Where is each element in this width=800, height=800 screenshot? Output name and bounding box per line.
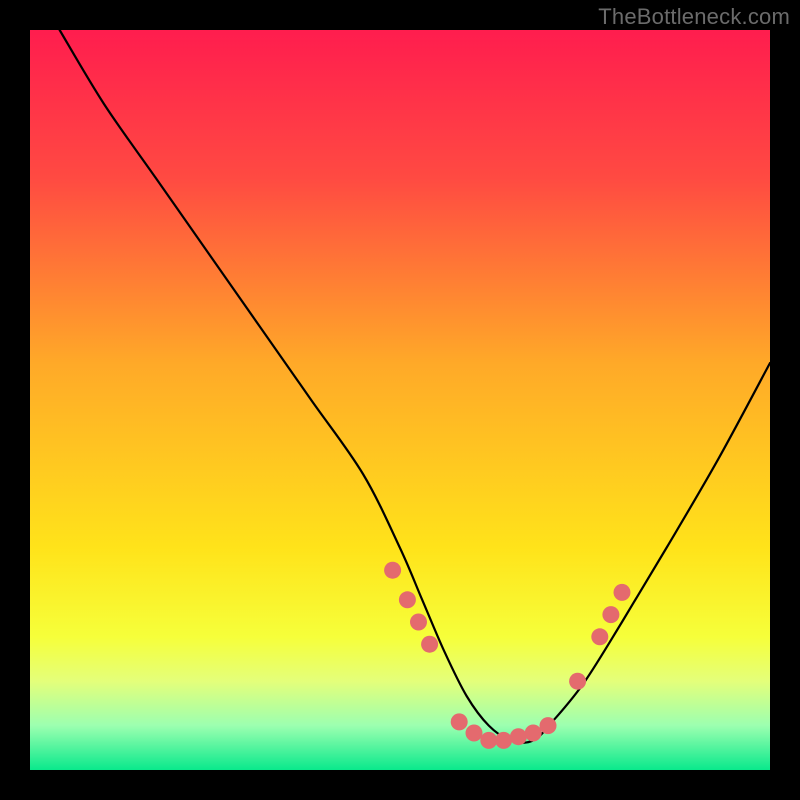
marker-dot: [399, 591, 416, 608]
marker-dot: [602, 606, 619, 623]
marker-dot: [480, 732, 497, 749]
marker-dot: [540, 717, 557, 734]
marker-dot: [466, 725, 483, 742]
marker-dot: [451, 713, 468, 730]
marker-dot: [525, 725, 542, 742]
gradient-background: [30, 30, 770, 770]
marker-dot: [495, 732, 512, 749]
marker-dot: [410, 614, 427, 631]
marker-dot: [614, 584, 631, 601]
chart-stage: TheBottleneck.com: [0, 0, 800, 800]
bottleneck-chart: [0, 0, 800, 800]
marker-dot: [384, 562, 401, 579]
watermark-text: TheBottleneck.com: [598, 4, 790, 30]
marker-dot: [421, 636, 438, 653]
marker-dot: [569, 673, 586, 690]
marker-dot: [510, 728, 527, 745]
marker-dot: [591, 628, 608, 645]
